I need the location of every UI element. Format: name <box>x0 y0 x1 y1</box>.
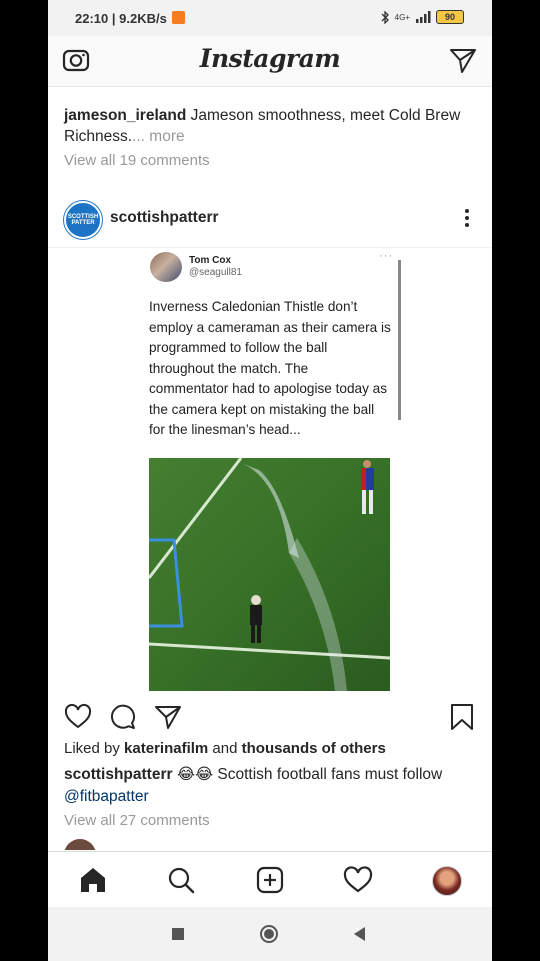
status-icons: 4G+ 90 <box>381 10 464 24</box>
profile-avatar[interactable] <box>432 866 462 896</box>
network-rate: 9.2KB/s <box>119 11 167 26</box>
system-nav-bar <box>48 907 492 961</box>
tweet-author-name: Tom Cox <box>189 255 232 266</box>
search-icon[interactable] <box>166 865 196 895</box>
likes-summary: Liked by katerinafilm and thousands of o… <box>64 740 386 757</box>
status-bar: 22:10 | 9.2KB/s 4G+ 90 <box>48 0 492 36</box>
app-header: Instagram <box>48 36 492 87</box>
like-heart-icon[interactable] <box>64 703 92 731</box>
avatar[interactable]: SCOTTISH PATTER <box>64 201 102 239</box>
tweet-avatar <box>150 252 182 282</box>
liked-by-user[interactable]: katerinafilm <box>124 740 208 757</box>
post-username[interactable]: scottishpatterr <box>110 209 219 227</box>
home-icon[interactable] <box>78 865 108 895</box>
tweet-scrollbar <box>398 260 401 420</box>
home-button-icon[interactable] <box>259 924 279 944</box>
post-caption: scottishpatterr 😂😂 Scottish football fan… <box>64 764 474 808</box>
direct-message-icon[interactable] <box>448 45 478 75</box>
tweet-author-handle: @seagull81 <box>189 267 242 278</box>
battery-icon: 90 <box>436 10 464 24</box>
bluetooth-icon <box>381 10 389 24</box>
likes-and: and <box>208 740 242 757</box>
football-pitch-photo <box>149 458 390 691</box>
likes-prefix: Liked by <box>64 740 125 757</box>
previous-post-actions <box>165 87 166 88</box>
new-post-icon[interactable] <box>255 865 285 895</box>
tweet-more-icon: ··· <box>379 250 393 262</box>
status-time: 22:10 <box>75 11 109 26</box>
laughing-emoji: 😂😂 <box>176 766 214 783</box>
previous-post-caption: jameson_ireland Jameson smoothness, meet… <box>64 105 474 147</box>
tweet-text: Inverness Caledonian Thistle don’t emplo… <box>149 299 391 437</box>
network-type: 4G+ <box>394 12 410 22</box>
likes-others[interactable]: thousands of others <box>242 740 386 757</box>
feed[interactable]: jameson_ireland Jameson smoothness, meet… <box>48 87 492 850</box>
status-time-group: 22:10 | 9.2KB/s <box>75 11 167 26</box>
post-actions <box>48 699 492 735</box>
caption-username[interactable]: scottishpatterr <box>64 766 173 783</box>
share-icon[interactable] <box>154 703 182 731</box>
caption-mention-link[interactable]: @fitbapatter <box>64 788 149 805</box>
notification-app-icon <box>172 11 185 24</box>
phone-screen: 22:10 | 9.2KB/s 4G+ 90 Instagram jameson… <box>48 0 492 961</box>
bookmark-icon[interactable] <box>448 703 476 731</box>
caption-text: Scottish football fans must follow <box>213 766 443 783</box>
comment-avatar <box>64 839 96 850</box>
instagram-logo[interactable]: Instagram <box>48 44 492 73</box>
recents-icon[interactable] <box>168 924 188 944</box>
post-image[interactable]: Tom Cox @seagull81 ··· Inverness Caledon… <box>48 247 492 696</box>
more-link[interactable]: ... more <box>132 128 185 145</box>
more-options-icon[interactable] <box>464 207 470 229</box>
view-comments-link[interactable]: View all 19 comments <box>64 152 210 169</box>
activity-heart-icon[interactable] <box>343 865 373 895</box>
signal-icon <box>416 11 431 23</box>
back-icon[interactable] <box>350 924 370 944</box>
bottom-nav <box>48 851 492 908</box>
view-comments-link[interactable]: View all 27 comments <box>64 812 210 829</box>
comment-icon[interactable] <box>109 703 137 731</box>
post-header: SCOTTISH PATTER scottishpatterr <box>48 199 492 245</box>
caption-username[interactable]: jameson_ireland <box>64 107 186 124</box>
